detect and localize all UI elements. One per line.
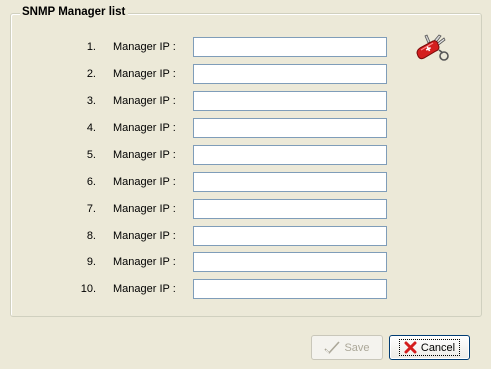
manager-ip-label: Manager IP : <box>113 256 176 268</box>
manager-ip-label: Manager IP : <box>113 283 176 295</box>
manager-ip-label: Manager IP : <box>113 68 176 80</box>
row-number: 6. <box>86 176 96 188</box>
manager-ip-label: Manager IP : <box>113 149 176 161</box>
manager-ip-input-1[interactable] <box>193 37 387 57</box>
manager-ip-label: Manager IP : <box>113 203 176 215</box>
manager-row-5: 5. Manager IP : <box>0 145 400 165</box>
row-number: 1. <box>86 41 96 53</box>
manager-ip-input-4[interactable] <box>193 118 387 138</box>
manager-ip-input-2[interactable] <box>193 64 387 84</box>
manager-ip-label: Manager IP : <box>113 41 176 53</box>
manager-row-4: 4. Manager IP : <box>0 118 400 138</box>
manager-row-9: 9. Manager IP : <box>0 252 400 272</box>
row-number: 9. <box>86 256 96 268</box>
row-number: 2. <box>86 68 96 80</box>
manager-ip-input-3[interactable] <box>193 91 387 111</box>
manager-ip-input-10[interactable] <box>193 279 387 299</box>
manager-ip-label: Manager IP : <box>113 122 176 134</box>
checkmark-icon <box>324 340 341 355</box>
row-number: 10. <box>80 283 96 295</box>
row-number: 3. <box>86 95 96 107</box>
cancel-button[interactable]: Cancel <box>389 335 470 360</box>
manager-ip-label: Manager IP : <box>113 95 176 107</box>
manager-ip-input-6[interactable] <box>193 172 387 192</box>
manager-ip-input-9[interactable] <box>193 252 387 272</box>
swiss-army-knife-icon <box>415 34 451 64</box>
red-x-icon <box>404 341 417 354</box>
manager-row-10: 10. Manager IP : <box>0 279 400 299</box>
cancel-button-label: Cancel <box>420 341 456 354</box>
save-button-label: Save <box>344 341 370 354</box>
manager-row-7: 7. Manager IP : <box>0 199 400 219</box>
manager-ip-input-5[interactable] <box>193 145 387 165</box>
manager-row-1: 1. Manager IP : <box>0 37 400 57</box>
row-number: 5. <box>86 149 96 161</box>
manager-ip-label: Manager IP : <box>113 230 176 242</box>
manager-row-8: 8. Manager IP : <box>0 226 400 246</box>
manager-row-2: 2. Manager IP : <box>0 64 400 84</box>
group-title: SNMP Manager list <box>20 5 129 19</box>
row-number: 4. <box>86 122 96 134</box>
save-button[interactable]: Save <box>311 335 383 360</box>
cancel-focus-ring: Cancel <box>398 339 461 356</box>
row-number: 8. <box>86 230 96 242</box>
manager-row-6: 6. Manager IP : <box>0 172 400 192</box>
manager-ip-input-7[interactable] <box>193 199 387 219</box>
row-number: 7. <box>86 203 96 215</box>
manager-ip-label: Manager IP : <box>113 176 176 188</box>
manager-row-3: 3. Manager IP : <box>0 91 400 111</box>
manager-ip-input-8[interactable] <box>193 226 387 246</box>
